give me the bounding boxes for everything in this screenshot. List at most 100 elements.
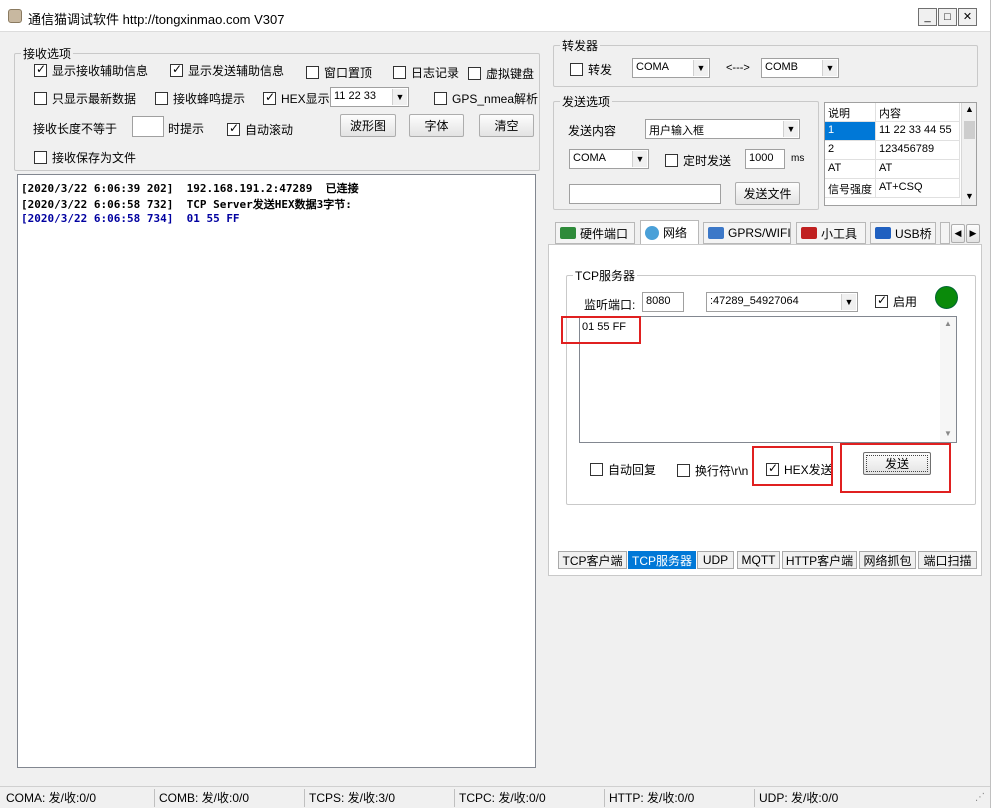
checkbox-box[interactable] — [155, 92, 168, 105]
table-cell[interactable]: AT — [876, 160, 960, 179]
chevron-down-icon[interactable]: ▼ — [693, 60, 708, 76]
clear-button[interactable]: 清空 — [479, 114, 534, 137]
table-header[interactable]: 内容 — [876, 103, 960, 122]
network-icon — [645, 225, 659, 240]
forward-port-a-combo[interactable]: COMA ▼ — [632, 58, 710, 78]
listen-port-input[interactable]: 8080 — [642, 292, 684, 312]
tab-usb-bridge[interactable]: USB桥 — [870, 222, 936, 244]
show-send-aux-checkbox[interactable]: 显示发送辅助信息 — [170, 62, 284, 79]
scroll-up-icon[interactable]: ▲ — [965, 104, 974, 114]
checkbox-box[interactable] — [468, 67, 481, 80]
resize-grip-icon[interactable]: ⋰ — [975, 792, 985, 803]
scroll-down-icon[interactable]: ▼ — [965, 191, 974, 201]
checkbox-box[interactable] — [170, 62, 183, 77]
tab-hardware-port[interactable]: 硬件端口 — [555, 222, 635, 244]
recv-length-label: 接收长度不等于 — [33, 122, 118, 136]
tab-label: 硬件端口 — [580, 226, 629, 241]
checkbox-box[interactable] — [393, 66, 406, 79]
checkbox-box[interactable] — [590, 463, 603, 476]
tab-mqtt[interactable]: MQTT — [737, 551, 780, 569]
toolbox-icon — [801, 227, 817, 239]
table-cell[interactable]: 11 22 33 44 55 — [876, 122, 960, 141]
checkbox-box[interactable] — [34, 62, 47, 77]
hex-sample-combo[interactable]: 11 22 33 ▼ — [330, 87, 409, 107]
checkbox-box[interactable] — [875, 293, 888, 308]
tcp-server-legend: TCP服务器 — [575, 269, 636, 283]
tab-gprs-wifi[interactable]: GPRS/WIFI — [703, 222, 791, 244]
newline-checkbox[interactable]: 换行符\r\n — [677, 462, 748, 479]
checkbox-box[interactable] — [677, 464, 690, 477]
checkbox-box[interactable] — [34, 151, 47, 164]
table-scrollbar[interactable]: ▲ ▼ — [961, 103, 976, 205]
tab-port-scan[interactable]: 端口扫描 — [918, 551, 977, 569]
hex-display-checkbox[interactable]: HEX显示 — [263, 90, 330, 107]
table-cell[interactable]: 123456789 — [876, 141, 960, 160]
forward-checkbox[interactable]: 转发 — [570, 61, 612, 78]
send-scrollbar[interactable]: ▲ ▼ — [940, 317, 956, 442]
log-record-checkbox[interactable]: 日志记录 — [393, 64, 459, 81]
tab-http-client[interactable]: HTTP客户端 — [782, 551, 857, 569]
window-edge — [990, 0, 997, 808]
chevron-down-icon[interactable]: ▼ — [841, 294, 856, 310]
tab-tcp-client[interactable]: TCP客户端 — [558, 551, 627, 569]
auto-reply-checkbox[interactable]: 自动回复 — [590, 461, 656, 478]
minimize-button[interactable]: _ — [918, 8, 937, 26]
latest-only-checkbox[interactable]: 只显示最新数据 — [34, 90, 136, 107]
beep-checkbox[interactable]: 接收蜂鸣提示 — [155, 90, 245, 107]
send-file-button[interactable]: 发送文件 — [735, 182, 800, 205]
tab-scroll-right-icon[interactable]: ▶ — [966, 224, 980, 243]
receive-textarea[interactable]: [2020/3/22 6:06:39 202] 192.168.191.2:47… — [17, 174, 536, 768]
recv-length-input[interactable] — [132, 116, 164, 137]
command-table[interactable]: 说明 内容 1 11 22 33 44 55 2 123456789 AT AT… — [824, 102, 977, 206]
table-cell[interactable]: 信号强度 — [825, 179, 876, 198]
save-to-file-checkbox[interactable]: 接收保存为文件 — [34, 149, 136, 166]
chevron-down-icon[interactable]: ▼ — [392, 89, 407, 105]
timed-send-checkbox[interactable]: 定时发送 — [665, 152, 731, 169]
table-cell[interactable]: AT — [825, 160, 876, 179]
tab-packet-capture[interactable]: 网络抓包 — [859, 551, 916, 569]
interval-input[interactable]: 1000 — [745, 149, 785, 169]
virtual-keyboard-checkbox[interactable]: 虚拟键盘 — [468, 65, 534, 82]
chevron-down-icon[interactable]: ▼ — [822, 60, 837, 76]
send-file-path-input[interactable] — [569, 184, 721, 204]
window-top-checkbox[interactable]: 窗口置顶 — [306, 64, 372, 81]
scroll-up-icon[interactable]: ▲ — [944, 319, 952, 328]
log-line: [2020/3/22 6:06:58 734] 01 55 FF — [21, 212, 240, 225]
checkbox-box[interactable] — [306, 66, 319, 79]
table-header[interactable]: 说明 — [825, 103, 876, 122]
checkbox-box[interactable] — [263, 90, 276, 105]
window-title: 通信猫调试软件 http://tongxinmao.com V307 — [28, 12, 285, 27]
table-cell[interactable]: 2 — [825, 141, 876, 160]
send-port-combo[interactable]: COMA ▼ — [569, 149, 649, 169]
enable-checkbox[interactable]: 启用 — [875, 293, 917, 310]
client-select-combo[interactable]: :47289_54927064 ▼ — [706, 292, 858, 312]
usb-bridge-icon — [875, 227, 891, 239]
app-icon — [8, 9, 22, 23]
forward-port-b-combo[interactable]: COMB ▼ — [761, 58, 839, 78]
tab-udp[interactable]: UDP — [697, 551, 734, 569]
checkbox-box[interactable] — [34, 92, 47, 105]
tab-toolbox[interactable]: 小工具 — [796, 222, 866, 244]
table-cell[interactable]: 1 — [825, 122, 876, 141]
show-recv-aux-checkbox[interactable]: 显示接收辅助信息 — [34, 62, 148, 79]
chevron-down-icon[interactable]: ▼ — [783, 121, 798, 137]
send-content-combo[interactable]: 用户输入框 ▼ — [645, 119, 800, 139]
waveform-button[interactable]: 波形图 — [340, 114, 396, 137]
gps-checkbox[interactable]: GPS_nmea解析 — [434, 90, 538, 107]
chevron-down-icon[interactable]: ▼ — [632, 151, 647, 167]
checkbox-box[interactable] — [570, 63, 583, 76]
scroll-down-icon[interactable]: ▼ — [944, 429, 952, 438]
checkbox-box[interactable] — [434, 92, 447, 105]
auto-scroll-checkbox[interactable]: 自动滚动 — [227, 121, 293, 138]
tab-tcp-server[interactable]: TCP服务器 — [628, 551, 696, 569]
table-cell[interactable]: AT+CSQ — [876, 179, 960, 198]
scroll-thumb[interactable] — [964, 121, 975, 139]
checkbox-box[interactable] — [227, 121, 240, 136]
tab-network[interactable]: 网络 — [640, 220, 699, 245]
tab-scroll-left-icon[interactable]: ◀ — [951, 224, 965, 243]
checkbox-box[interactable] — [665, 154, 678, 167]
close-button[interactable]: ✕ — [958, 8, 977, 26]
font-button[interactable]: 字体 — [409, 114, 464, 137]
status-comb: COMB: 发/收:0/0 — [154, 789, 249, 807]
maximize-button[interactable]: □ — [938, 8, 957, 26]
